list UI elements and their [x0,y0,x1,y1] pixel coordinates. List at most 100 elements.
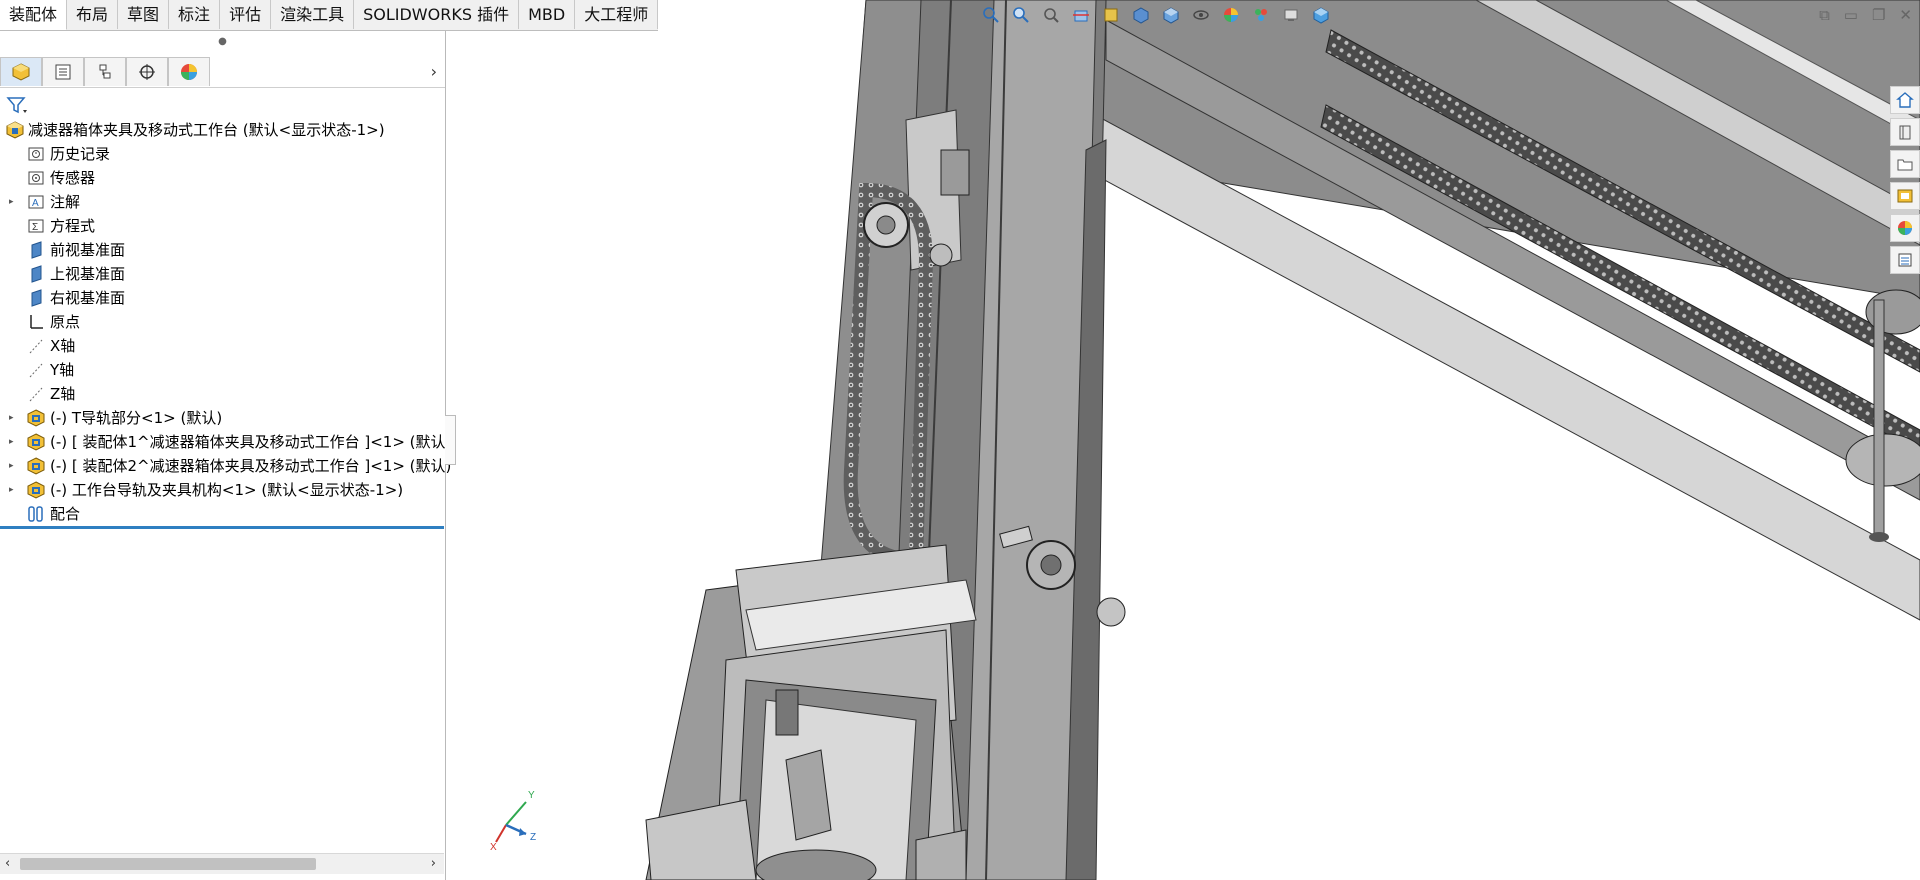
display-manager-icon[interactable] [168,57,210,86]
panel-grip-icon[interactable]: ● [0,30,445,54]
tree-item-history[interactable]: 历史记录 [0,142,445,166]
plane-icon [27,241,45,259]
design-library-icon[interactable] [1890,118,1920,146]
sensor-icon [27,169,45,187]
task-pane [1890,86,1920,274]
view-cube-icon[interactable] [1310,4,1332,26]
tree-item-y-axis[interactable]: Y轴 [0,358,445,382]
tree-item-mates[interactable]: 配合 [0,502,445,526]
tree-item-label: 前视基准面 [50,241,126,259]
tab-solidworks-addins[interactable]: SOLIDWORKS 插件 [354,0,520,29]
tree-item-label: 配合 [50,505,81,523]
display-style-icon[interactable] [1160,4,1182,26]
tab-assembly[interactable]: 装配体 [0,0,68,30]
annotation-icon: A [27,193,45,211]
hide-show-items-icon[interactable] [1190,4,1212,26]
triad-z-label: Z [530,832,536,843]
expand-arrow-icon[interactable]: ▸ [9,454,19,478]
zoom-to-area-icon[interactable] [1010,4,1032,26]
maximize-icon[interactable]: ❐ [1872,6,1885,24]
tree-item-label: (-) [ 装配体2^减速器箱体夹具及移动式工作台 ]<1> (默认) [50,457,452,475]
tab-markup[interactable]: 标注 [169,0,221,29]
view-orientation-icon[interactable] [1130,4,1152,26]
tree-item-label: 方程式 [50,217,96,235]
tree-item-sensors[interactable]: 传感器 [0,166,445,190]
tree-item-right-plane[interactable]: 右视基准面 [0,286,445,310]
tree-item-origin[interactable]: 原点 [0,310,445,334]
tab-mbd[interactable]: MBD [519,0,576,29]
subassembly-icon [27,481,45,499]
tab-render-tools[interactable]: 渲染工具 [271,0,355,29]
panel-tabs-more-icon[interactable]: › [431,62,437,81]
previous-view-icon[interactable] [1040,4,1062,26]
tree-root[interactable]: 减速器箱体夹具及移动式工作台 (默认<显示状态-1>) [0,118,445,142]
view-palette-icon[interactable] [1890,182,1920,210]
close-icon[interactable]: ✕ [1899,6,1912,24]
subassembly-icon [27,433,45,451]
tree-item-front-plane[interactable]: 前视基准面 [0,238,445,262]
tree-item-z-axis[interactable]: Z轴 [0,382,445,406]
rollback-bar[interactable] [0,526,444,529]
tree-item-t-rail[interactable]: ▸ (-) T导轨部分<1> (默认) [0,406,445,430]
edit-appearance-icon[interactable] [1220,4,1242,26]
panel-tabs: › [0,57,445,88]
zoom-to-fit-icon[interactable] [980,4,1002,26]
window-controls: ⧉ ▭ ❐ ✕ [1819,6,1912,24]
scroll-left-icon[interactable]: ‹ [5,856,10,871]
restore-pane-icon[interactable]: ⧉ [1819,6,1830,24]
assembly-model-render [645,0,1920,880]
idler-sprocket [929,243,953,267]
section-view-icon[interactable] [1070,4,1092,26]
axis-icon [27,361,45,379]
view-settings-icon[interactable] [1280,4,1302,26]
filter-icon[interactable] [6,92,36,118]
tree-item-annotations[interactable]: ▸ A 注解 [0,190,445,214]
graphics-viewport[interactable] [446,0,1920,880]
feature-manager-icon[interactable] [0,57,42,86]
tree-item-assembly2[interactable]: ▸ (-) [ 装配体2^减速器箱体夹具及移动式工作台 ]<1> (默认) [0,454,451,478]
configuration-manager-icon[interactable] [84,57,126,86]
tree-item-equations[interactable]: Σ 方程式 [0,214,445,238]
subassembly-icon [27,457,45,475]
scroll-right-icon[interactable]: › [431,856,436,871]
tree-item-label: Y轴 [50,361,75,379]
svg-text:A: A [32,198,39,209]
scrollbar-thumb[interactable] [20,858,316,870]
tree-item-label: 历史记录 [50,145,111,163]
expand-arrow-icon[interactable]: ▸ [9,478,19,502]
tab-sketch[interactable]: 草图 [118,0,170,29]
tree-item-worktable-rail[interactable]: ▸ (-) 工作台导轨及夹具机构<1> (默认<显示状态-1>) [0,478,445,502]
tile-icon[interactable]: ▭ [1844,6,1858,24]
history-icon [27,145,45,163]
axis-icon [27,385,45,403]
custom-properties-icon[interactable] [1890,246,1920,274]
tree-item-label: 注解 [50,193,81,211]
expand-arrow-icon[interactable]: ▸ [9,406,19,430]
tree-item-label: 原点 [50,313,81,331]
tab-layout[interactable]: 布局 [67,0,119,29]
tree-item-label: 传感器 [50,169,96,187]
expand-arrow-icon[interactable]: ▸ [9,430,19,454]
file-explorer-icon[interactable] [1890,150,1920,178]
dynamic-annotation-icon[interactable] [1100,4,1122,26]
tree-item-label: X轴 [50,337,76,355]
tab-big-engineer[interactable]: 大工程师 [575,0,659,29]
tree-item-x-axis[interactable]: X轴 [0,334,445,358]
appearances-icon[interactable] [1890,214,1920,242]
motor-block [940,149,970,196]
solidworks-resources-icon[interactable] [1890,86,1920,114]
dimxpert-icon[interactable] [126,57,168,86]
panel-collapse-handle[interactable] [445,415,456,465]
tab-evaluate[interactable]: 评估 [220,0,272,29]
mates-icon [27,505,45,523]
origin-icon [27,313,45,331]
equation-icon: Σ [27,217,45,235]
heads-up-toolbar [980,4,1332,30]
apply-scene-icon[interactable] [1250,4,1272,26]
tree-item-top-plane[interactable]: 上视基准面 [0,262,445,286]
property-manager-icon[interactable] [42,57,84,86]
expand-arrow-icon[interactable]: ▸ [9,190,19,214]
horizontal-scrollbar[interactable]: ‹ › [0,853,444,874]
tree-item-label: (-) [ 装配体1^减速器箱体夹具及移动式工作台 ]<1> (默认) [50,433,452,451]
tree-item-assembly1[interactable]: ▸ (-) [ 装配体1^减速器箱体夹具及移动式工作台 ]<1> (默认) [0,430,451,454]
